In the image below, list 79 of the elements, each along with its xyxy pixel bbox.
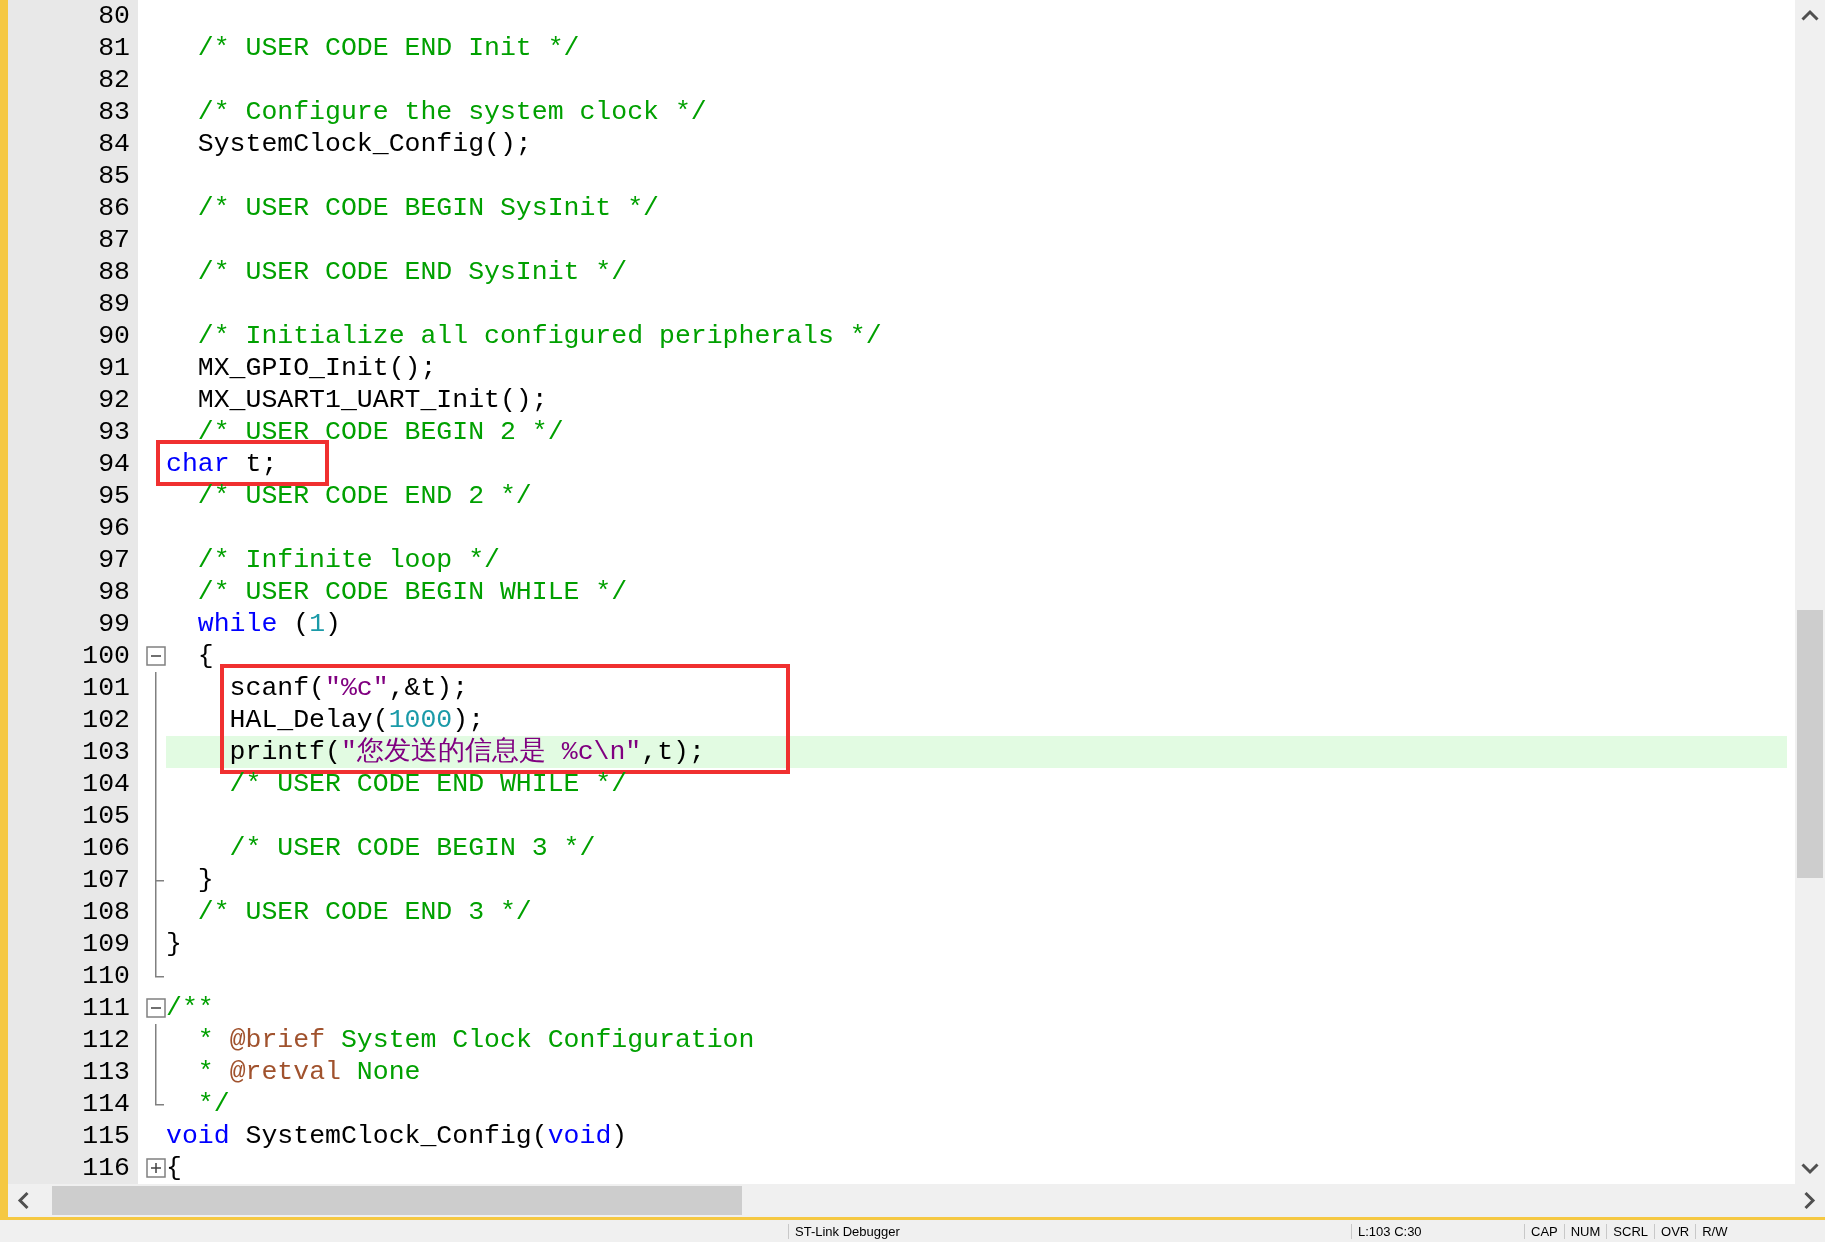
line-number: 116 bbox=[81, 1152, 130, 1184]
code-line: } bbox=[196, 864, 215, 896]
code-line: /* USER CODE END SysInit */ bbox=[196, 256, 629, 288]
status-text: SCRL bbox=[1606, 1223, 1655, 1239]
code-line: MX_GPIO_Init(); bbox=[196, 352, 438, 384]
line-number: 85 bbox=[97, 160, 130, 192]
scrollbar-thumb[interactable] bbox=[52, 1186, 742, 1215]
status-text: NUM bbox=[1563, 1223, 1607, 1239]
code-line: scanf("%c",&t); bbox=[228, 672, 470, 704]
code-line: /* USER CODE END WHILE */ bbox=[228, 768, 629, 800]
code-line: SystemClock_Config(); bbox=[196, 128, 533, 160]
line-number: 94 bbox=[97, 448, 130, 480]
line-number: 101 bbox=[81, 672, 130, 704]
collapse-icon[interactable] bbox=[146, 998, 166, 1018]
line-number: 103 bbox=[81, 736, 130, 768]
line-number: 114 bbox=[81, 1088, 130, 1120]
line-number: 86 bbox=[97, 192, 130, 224]
code-line: MX_USART1_UART_Init(); bbox=[196, 384, 549, 416]
code-line: /* USER CODE BEGIN 3 */ bbox=[228, 832, 597, 864]
line-number: 107 bbox=[81, 864, 130, 896]
line-number: 92 bbox=[97, 384, 130, 416]
code-line: * @brief System Clock Configuration bbox=[196, 1024, 756, 1056]
status-text: OVR bbox=[1654, 1223, 1696, 1239]
code-line: /** bbox=[166, 992, 215, 1024]
line-number: 89 bbox=[97, 288, 130, 320]
code-line: /* USER CODE END Init */ bbox=[196, 32, 581, 64]
line-number: 82 bbox=[97, 64, 130, 96]
line-number: 112 bbox=[81, 1024, 130, 1056]
line-number: 113 bbox=[81, 1056, 130, 1088]
status-text: ST-Link Debugger bbox=[788, 1223, 1101, 1239]
line-number: 111 bbox=[81, 992, 130, 1024]
code-line: { bbox=[166, 1152, 183, 1184]
line-number: 104 bbox=[81, 768, 130, 800]
line-number: 110 bbox=[81, 960, 130, 992]
line-number: 90 bbox=[97, 320, 130, 352]
status-text: R/W bbox=[1695, 1223, 1734, 1239]
code-line: /* Configure the system clock */ bbox=[196, 96, 708, 128]
line-number: 97 bbox=[97, 544, 130, 576]
line-number: 87 bbox=[97, 224, 130, 256]
code-line: while (1) bbox=[196, 608, 342, 640]
collapse-icon[interactable] bbox=[146, 646, 166, 666]
line-number: 106 bbox=[81, 832, 130, 864]
line-number: 80 bbox=[97, 0, 130, 32]
line-number: 96 bbox=[97, 512, 130, 544]
code-line: * @retval None bbox=[196, 1056, 422, 1088]
code-line: /* USER CODE END 3 */ bbox=[196, 896, 533, 928]
code-line: /* USER CODE END 2 */ bbox=[196, 480, 533, 512]
scrollbar-thumb[interactable] bbox=[1797, 610, 1823, 878]
line-number: 108 bbox=[81, 896, 130, 928]
line-number: 95 bbox=[97, 480, 130, 512]
line-number: 84 bbox=[97, 128, 130, 160]
vertical-scrollbar[interactable] bbox=[1795, 0, 1825, 1184]
horizontal-scrollbar[interactable] bbox=[8, 1184, 1825, 1217]
code-line: /* USER CODE BEGIN WHILE */ bbox=[196, 576, 629, 608]
code-line: void SystemClock_Config(void) bbox=[166, 1120, 629, 1152]
line-number: 93 bbox=[97, 416, 130, 448]
line-number: 99 bbox=[97, 608, 130, 640]
code-line: /* USER CODE BEGIN SysInit */ bbox=[196, 192, 660, 224]
line-number: 109 bbox=[81, 928, 130, 960]
line-number: 98 bbox=[97, 576, 130, 608]
status-text: CAP bbox=[1524, 1223, 1564, 1239]
code-line: { bbox=[196, 640, 215, 672]
line-number: 105 bbox=[81, 800, 130, 832]
line-number: 81 bbox=[97, 32, 130, 64]
code-line: char t; bbox=[166, 448, 279, 480]
expand-icon[interactable] bbox=[146, 1158, 166, 1178]
code-line: } bbox=[166, 928, 183, 960]
line-number: 100 bbox=[81, 640, 130, 672]
line-number: 115 bbox=[81, 1120, 130, 1152]
line-number: 102 bbox=[81, 704, 130, 736]
code-line: /* Infinite loop */ bbox=[196, 544, 501, 576]
line-number: 83 bbox=[97, 96, 130, 128]
line-number: 88 bbox=[97, 256, 130, 288]
code-line: */ bbox=[196, 1088, 231, 1120]
status-text: L:103 C:30 bbox=[1351, 1223, 1524, 1239]
code-line: /* USER CODE BEGIN 2 */ bbox=[196, 416, 565, 448]
code-line: HAL_Delay(1000); bbox=[228, 704, 486, 736]
line-number: 91 bbox=[97, 352, 130, 384]
code-line: /* Initialize all configured peripherals */ bbox=[196, 320, 883, 352]
